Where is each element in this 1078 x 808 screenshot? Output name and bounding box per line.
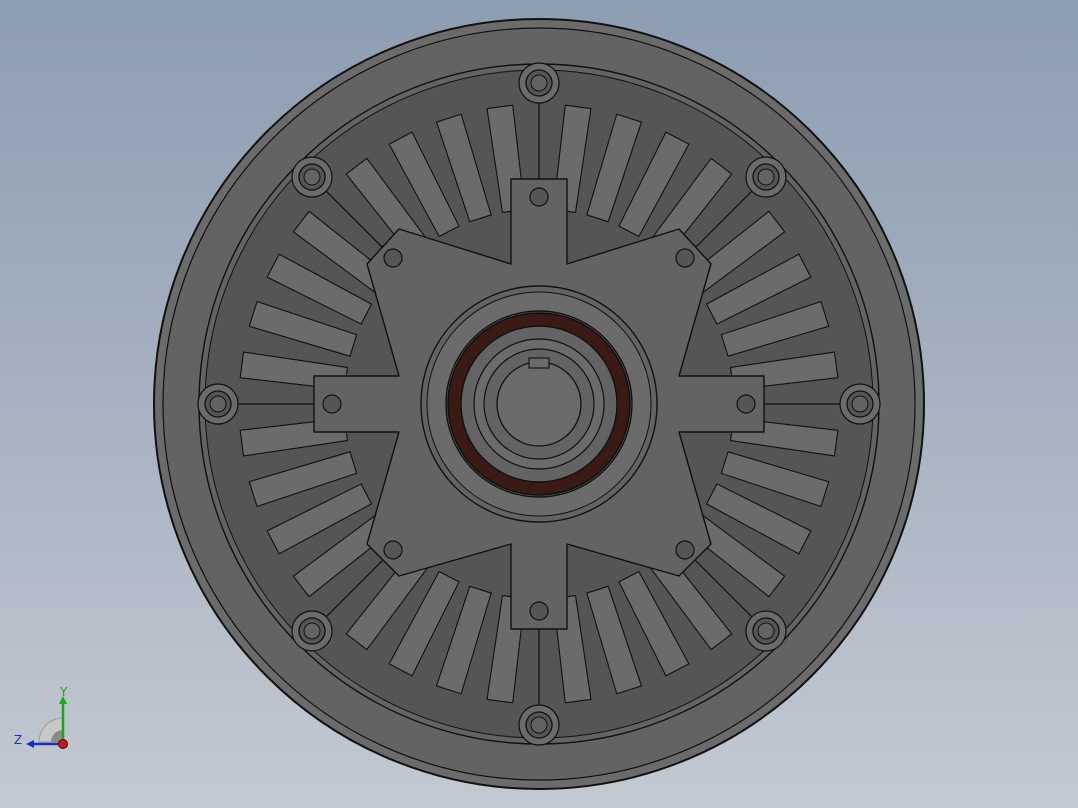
view-orientation-triad[interactable]: Y Z <box>10 684 80 754</box>
hub-pin-hole <box>675 248 695 268</box>
shaft-bore <box>496 361 582 447</box>
bolt-hole-inner <box>757 168 775 186</box>
y-axis-label: Y <box>59 685 68 699</box>
bolt-hole-inner <box>530 716 548 734</box>
bolt-hole-inner <box>209 395 227 413</box>
hub-pin-hole <box>529 601 549 621</box>
bolt-hole-inner <box>303 168 321 186</box>
x-axis-dot <box>58 739 68 749</box>
hub-pin-hole <box>322 394 342 414</box>
hub-pin-hole <box>736 394 756 414</box>
shaft-keyway <box>528 357 550 369</box>
hub-pin-hole <box>383 248 403 268</box>
z-axis-arrow <box>26 740 34 748</box>
z-axis-label: Z <box>14 733 22 747</box>
bolt-hole-inner <box>851 395 869 413</box>
hub-pin-hole <box>529 187 549 207</box>
hub-pin-hole <box>675 540 695 560</box>
brake-disc-model[interactable] <box>0 0 1078 808</box>
graphics-viewport[interactable]: Y Z <box>0 0 1078 808</box>
bolt-hole-inner <box>757 622 775 640</box>
model-geometry <box>153 18 925 790</box>
hub-pin-hole <box>383 540 403 560</box>
bolt-hole-inner <box>303 622 321 640</box>
bolt-hole-inner <box>530 74 548 92</box>
